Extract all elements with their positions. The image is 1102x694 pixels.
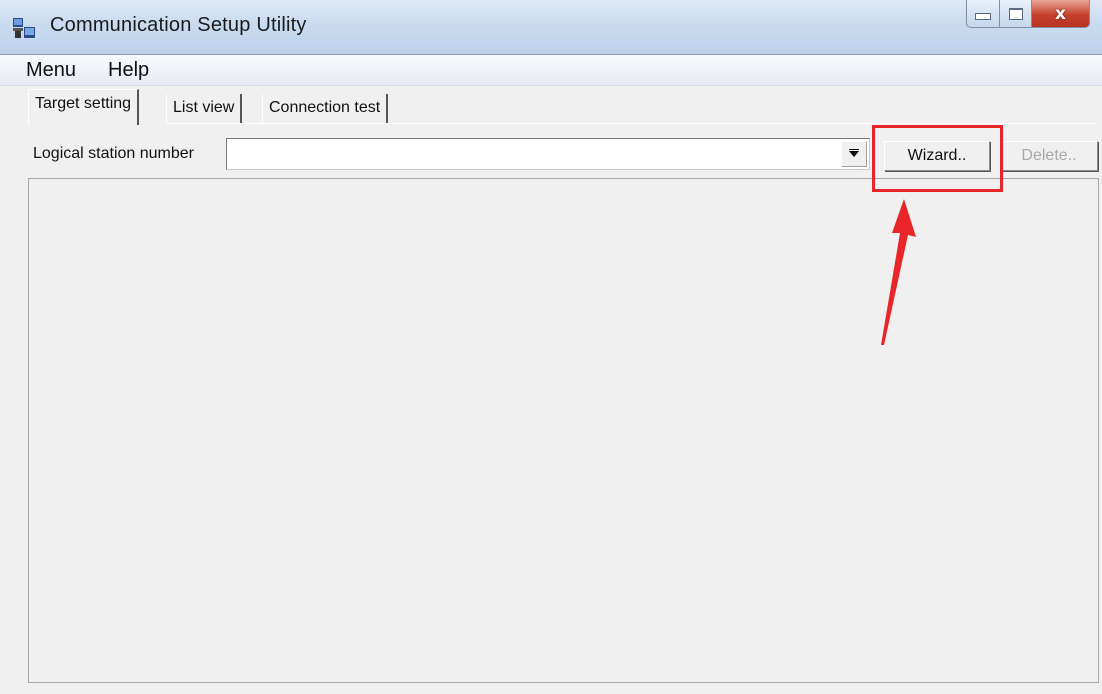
close-button[interactable]: x — [1032, 0, 1090, 28]
app-window: Communication Setup Utility x Menu Help … — [0, 0, 1102, 694]
dropdown-arrow-button[interactable] — [841, 141, 867, 167]
menu-bar: Menu Help — [0, 54, 1102, 86]
delete-button[interactable]: Delete.. — [1000, 141, 1098, 171]
window-controls: x — [966, 0, 1090, 32]
menu-item-menu[interactable]: Menu — [26, 59, 76, 82]
minimize-button[interactable] — [966, 0, 1000, 28]
logical-station-label: Logical station number — [33, 145, 194, 162]
tab-strip-divider — [166, 123, 1096, 124]
window-title: Communication Setup Utility — [50, 14, 307, 36]
close-icon: x — [1055, 3, 1066, 24]
menu-item-help[interactable]: Help — [108, 59, 149, 82]
tab-target-setting[interactable]: Target setting — [28, 89, 140, 125]
highlight-box — [872, 125, 1003, 192]
maximize-button[interactable] — [1000, 0, 1032, 28]
tab-list-view[interactable]: List view — [166, 94, 243, 124]
minimize-icon — [975, 13, 991, 20]
arrow-icon — [881, 199, 916, 345]
chevron-down-icon — [849, 149, 859, 157]
settings-panel — [28, 178, 1099, 683]
app-icon — [13, 18, 35, 38]
title-bar[interactable]: Communication Setup Utility x — [0, 0, 1102, 54]
maximize-icon — [1008, 7, 1023, 20]
logical-station-dropdown[interactable] — [226, 138, 870, 170]
tab-connection-test[interactable]: Connection test — [262, 94, 389, 124]
